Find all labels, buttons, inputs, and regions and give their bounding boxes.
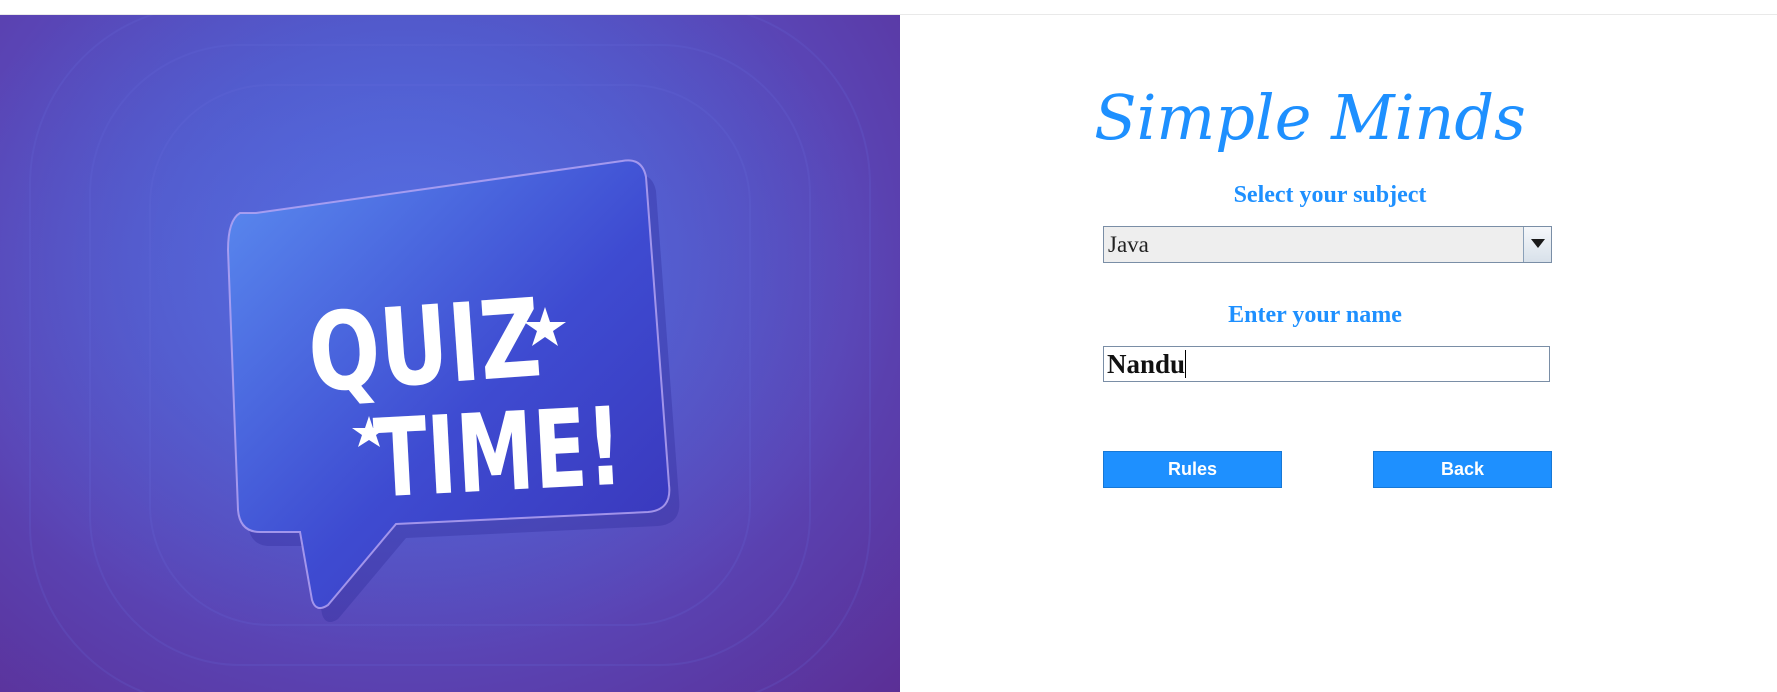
back-button[interactable]: Back bbox=[1373, 451, 1552, 488]
subject-select-value: Java bbox=[1108, 232, 1149, 257]
quiz-time-banner: QUIZ TIME! bbox=[0, 15, 900, 692]
chevron-down-icon bbox=[1531, 239, 1545, 248]
text-caret bbox=[1185, 350, 1187, 378]
subject-select[interactable]: Java bbox=[1103, 226, 1552, 263]
dropdown-button[interactable] bbox=[1523, 227, 1551, 262]
subject-label: Select your subject bbox=[1233, 182, 1427, 208]
name-input-value: Nandu bbox=[1107, 349, 1186, 379]
rules-button[interactable]: Rules bbox=[1103, 451, 1282, 488]
window-top-strip bbox=[0, 0, 1777, 15]
quiz-time-illustration: QUIZ TIME! bbox=[0, 15, 900, 692]
time-word: TIME! bbox=[371, 385, 625, 523]
name-input[interactable]: Nandu bbox=[1103, 346, 1550, 382]
name-label: Enter your name bbox=[1228, 302, 1402, 328]
app-title: Simple Minds bbox=[1094, 81, 1526, 154]
